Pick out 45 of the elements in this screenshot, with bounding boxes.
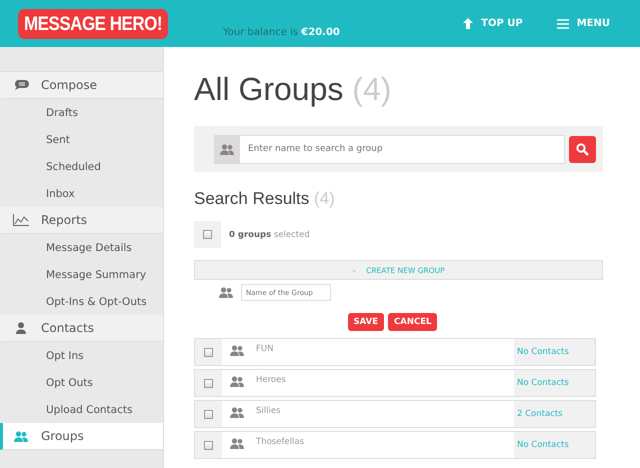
sidebar-section[interactable]: Compose (0, 72, 163, 99)
sidebar-item[interactable]: Drafts (0, 99, 163, 126)
sidebar-item[interactable]: Message Details (0, 234, 163, 261)
sidebar-item[interactable]: Opt Ins (0, 342, 163, 369)
group-icon (220, 144, 234, 154)
sidebar-item[interactable]: Upload Contacts (0, 396, 163, 423)
results-title: Search Results (194, 189, 310, 208)
cancel-button[interactable]: CANCEL (388, 313, 438, 331)
group-icon (230, 345, 244, 356)
page-title: All Groups (194, 71, 344, 107)
up-arrow-icon (463, 18, 474, 29)
sidebar-item[interactable]: Scheduled (0, 153, 163, 180)
line-chart-icon (13, 214, 29, 226)
group-icon (230, 407, 244, 418)
logo[interactable]: MESSAGE HERO! (18, 8, 168, 38)
group-icon (230, 376, 244, 387)
selection-count: 0 groups selected (229, 230, 310, 240)
search-button[interactable] (569, 136, 596, 162)
person-icon (15, 322, 27, 334)
sidebar-section[interactable]: Reports (0, 207, 163, 234)
sidebar-item[interactable]: Inbox (0, 180, 163, 207)
group-name: Thosefellas (256, 437, 304, 447)
sidebar-section[interactable]: Groups (0, 423, 163, 450)
search-field[interactable]: Enter name to search a group (240, 134, 565, 164)
row-checkbox[interactable] (204, 378, 213, 388)
sidebar-item[interactable]: Message Summary (0, 261, 163, 288)
balance-text: Your balance is €20.00 (223, 27, 340, 38)
row-checkbox[interactable] (204, 440, 213, 450)
save-button[interactable]: SAVE (348, 313, 384, 331)
sidebar-item[interactable]: Opt Outs (0, 369, 163, 396)
group-name: FUN (256, 344, 274, 354)
group-name: Heroes (256, 375, 286, 385)
sidebar-item[interactable]: Opt-Ins & Opt-Outs (0, 288, 163, 315)
menu-icon (556, 18, 569, 28)
group-icon (219, 287, 233, 298)
group-name: Sillies (256, 406, 280, 416)
chat-bubble-icon (14, 79, 28, 91)
select-all-checkbox[interactable] (203, 230, 212, 239)
row-checkbox[interactable] (204, 410, 213, 418)
search-icon (576, 142, 589, 156)
sidebar-item[interactable]: Sent (0, 126, 163, 153)
group-icon (230, 438, 244, 449)
row-checkbox[interactable] (204, 348, 213, 356)
sidebar-section[interactable]: Contacts (0, 315, 163, 342)
group-icon (14, 430, 28, 442)
